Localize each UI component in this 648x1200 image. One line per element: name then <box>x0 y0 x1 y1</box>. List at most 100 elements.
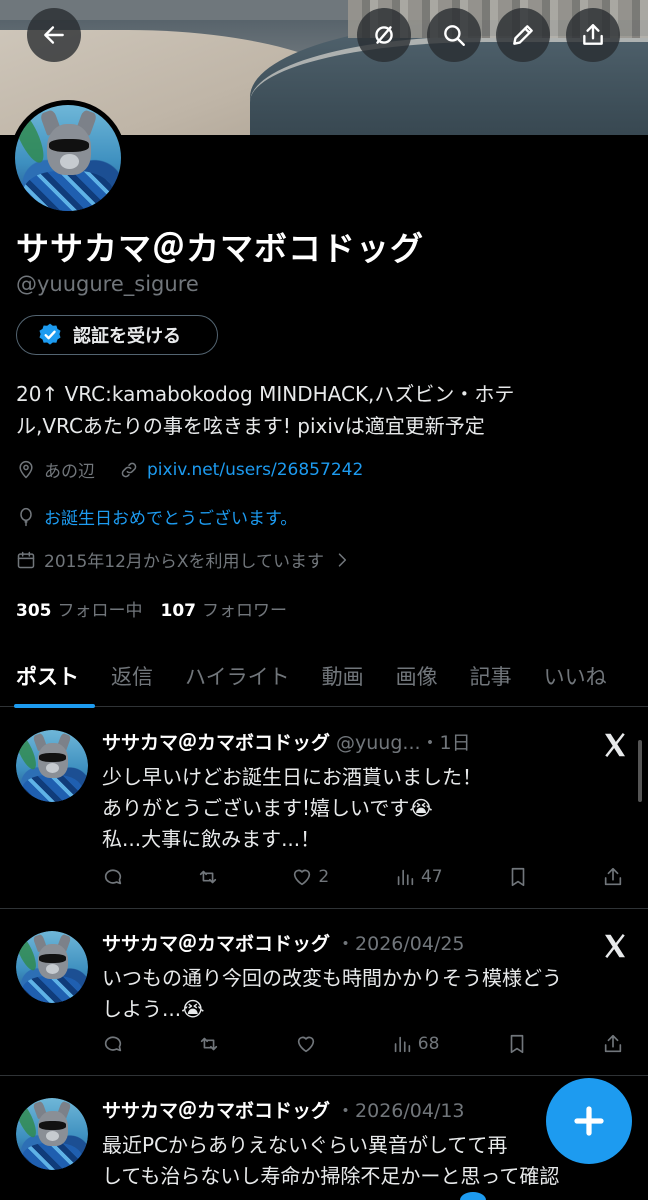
balloon-icon <box>20 507 32 526</box>
reply-icon <box>104 869 122 885</box>
bookmark-button[interactable] <box>507 866 537 888</box>
chevron-right-icon <box>338 552 347 567</box>
like-button[interactable] <box>295 1033 325 1055</box>
tab-likes[interactable]: いいね <box>528 645 623 707</box>
share-button[interactable] <box>566 8 620 62</box>
view-count: 47 <box>420 867 443 887</box>
link-icon <box>121 462 137 477</box>
repost-icon <box>201 1037 218 1051</box>
tab-images[interactable]: 画像 <box>380 645 454 707</box>
following-count: 305 <box>16 601 52 621</box>
post-text-line: ありがとうございます!嬉しいです😭 <box>102 796 433 820</box>
post-avatar[interactable] <box>16 931 88 1003</box>
profile-meta-birthday: お誕生日おめでとうございます。 <box>16 504 297 529</box>
bio-line: ル,VRCあたりの事を呟きます! pixivは適宜更新予定 <box>16 414 485 438</box>
profile-website-link[interactable]: pixiv.net/users/26857242 <box>147 460 363 480</box>
bookmark-icon <box>511 867 525 887</box>
joined-date: 2015年12月からXを利用しています <box>44 552 325 572</box>
like-icon <box>294 869 311 886</box>
post-handle-time: @yuug...・1日 <box>336 732 471 754</box>
view-count: 68 <box>417 1034 440 1054</box>
x-logo-icon <box>605 933 625 959</box>
tab-highlights[interactable]: ハイライト <box>169 645 306 707</box>
post-text-line: しても治らないし寿命か掃除不足かーと思って確認 <box>102 1164 560 1188</box>
compose-plus-icon <box>574 1106 604 1136</box>
followers-link[interactable]: 107 フォロワー <box>161 596 288 621</box>
post-avatar[interactable] <box>16 1098 88 1170</box>
post-item[interactable]: ササカマ＠カマボコドッグ ・2026/04/25 いつもの通り今回の改変も時間か… <box>0 909 648 1076</box>
post-handle-time: ・2026/04/25 <box>336 933 465 955</box>
tab-articles[interactable]: 記事 <box>454 645 528 707</box>
x-logo-icon <box>605 732 625 758</box>
like-count: 2 <box>318 867 330 887</box>
bio-line: 20↑ VRC:kamabokodog MINDHACK,ハズビン・ホテ <box>16 382 515 406</box>
compose-post-button[interactable] <box>546 1078 632 1164</box>
tab-videos[interactable]: 動画 <box>306 645 380 707</box>
edit-icon <box>513 25 533 45</box>
bookmark-icon <box>510 1034 524 1054</box>
views-icon <box>397 869 414 886</box>
post-text: 少し早いけどお誕生日にお酒貰いました！ ありがとうございます!嬉しいです😭 私.… <box>102 762 632 855</box>
following-link[interactable]: 305 フォロー中 <box>16 596 143 621</box>
like-icon <box>297 1036 314 1053</box>
post-header: ササカマ＠カマボコドッグ ・2026/04/13 <box>102 1096 465 1123</box>
post-actions: 2 47 <box>102 866 632 888</box>
follow-stats: 305 フォロー中 107 フォロワー <box>16 596 287 621</box>
post-item[interactable]: ササカマ＠カマボコドッグ @yuug...・1日 少し早いけどお誕生日にお酒貰い… <box>0 708 648 909</box>
views-button[interactable]: 47 <box>394 866 443 888</box>
post-author-name[interactable]: ササカマ＠カマボコドッグ <box>102 728 330 755</box>
post-text-line: 私...大事に飲みます...！ <box>102 827 321 851</box>
post-author-name[interactable]: ササカマ＠カマボコドッグ <box>102 1096 330 1123</box>
verified-badge-icon <box>39 323 61 345</box>
reply-button[interactable] <box>102 866 132 888</box>
back-button[interactable] <box>27 8 81 62</box>
post-text-line: いつもの通り今回の改変も時間かかりそう模様どう <box>102 966 562 990</box>
profile-handle: @yuugure_sigure <box>16 272 199 296</box>
get-verified-label: 認証を受ける <box>73 326 181 347</box>
scrollbar[interactable] <box>638 740 642 802</box>
share-icon <box>583 24 603 45</box>
profile-tabs: ポスト 返信 ハイライト 動画 画像 記事 いいね <box>0 645 648 708</box>
post-text: いつもの通り今回の改変も時間かかりそう模様どう しよう...😭 <box>102 963 632 1025</box>
share-icon <box>604 1034 622 1053</box>
post-avatar[interactable] <box>16 730 88 802</box>
search-button[interactable] <box>427 8 481 62</box>
reply-button[interactable] <box>102 1033 132 1055</box>
tab-posts[interactable]: ポスト <box>0 645 95 708</box>
post-header: ササカマ＠カマボコドッグ @yuug...・1日 <box>102 728 471 755</box>
following-label: フォロー中 <box>57 601 143 621</box>
like-button[interactable]: 2 <box>291 866 329 888</box>
profile-location: あの辺 <box>44 462 95 482</box>
back-arrow-icon <box>44 26 64 44</box>
post-share-button[interactable] <box>602 1033 632 1055</box>
profile-meta-location-website: あの辺 pixiv.net/users/26857242 <box>16 457 363 482</box>
get-verified-button[interactable]: 認証を受ける <box>16 315 218 355</box>
repost-button[interactable] <box>198 1033 228 1055</box>
reply-icon <box>104 1036 122 1052</box>
birthday-message[interactable]: お誕生日おめでとうございます。 <box>44 504 297 529</box>
profile-meta-joined[interactable]: 2015年12月からXを利用しています <box>16 547 352 572</box>
search-icon <box>444 25 465 46</box>
post-header: ササカマ＠カマボコドッグ ・2026/04/25 <box>102 929 465 956</box>
location-icon <box>19 460 33 478</box>
followers-label: フォロワー <box>202 601 287 621</box>
views-button[interactable]: 68 <box>391 1033 440 1055</box>
calendar-icon <box>17 551 35 568</box>
tab-replies[interactable]: 返信 <box>95 645 169 707</box>
mute-icon <box>375 26 393 44</box>
bookmark-button[interactable] <box>506 1033 536 1055</box>
views-icon <box>394 1036 410 1053</box>
repost-icon <box>199 870 216 884</box>
post-handle-time: ・2026/04/13 <box>336 1100 465 1122</box>
share-icon <box>604 867 622 886</box>
repost-button[interactable] <box>197 866 227 888</box>
mute-button[interactable] <box>357 8 411 62</box>
profile-bio: 20↑ VRC:kamabokodog MINDHACK,ハズビン・ホテ ル,V… <box>16 378 636 442</box>
profile-name: ササカマ＠カマボコドッグ <box>16 229 424 268</box>
post-text-line: 少し早いけどお誕生日にお酒貰いました！ <box>102 765 482 789</box>
post-author-name[interactable]: ササカマ＠カマボコドッグ <box>102 929 330 956</box>
followers-count: 107 <box>160 601 197 621</box>
post-share-button[interactable] <box>602 866 632 888</box>
profile-avatar[interactable] <box>10 100 126 216</box>
edit-button[interactable] <box>496 8 550 62</box>
